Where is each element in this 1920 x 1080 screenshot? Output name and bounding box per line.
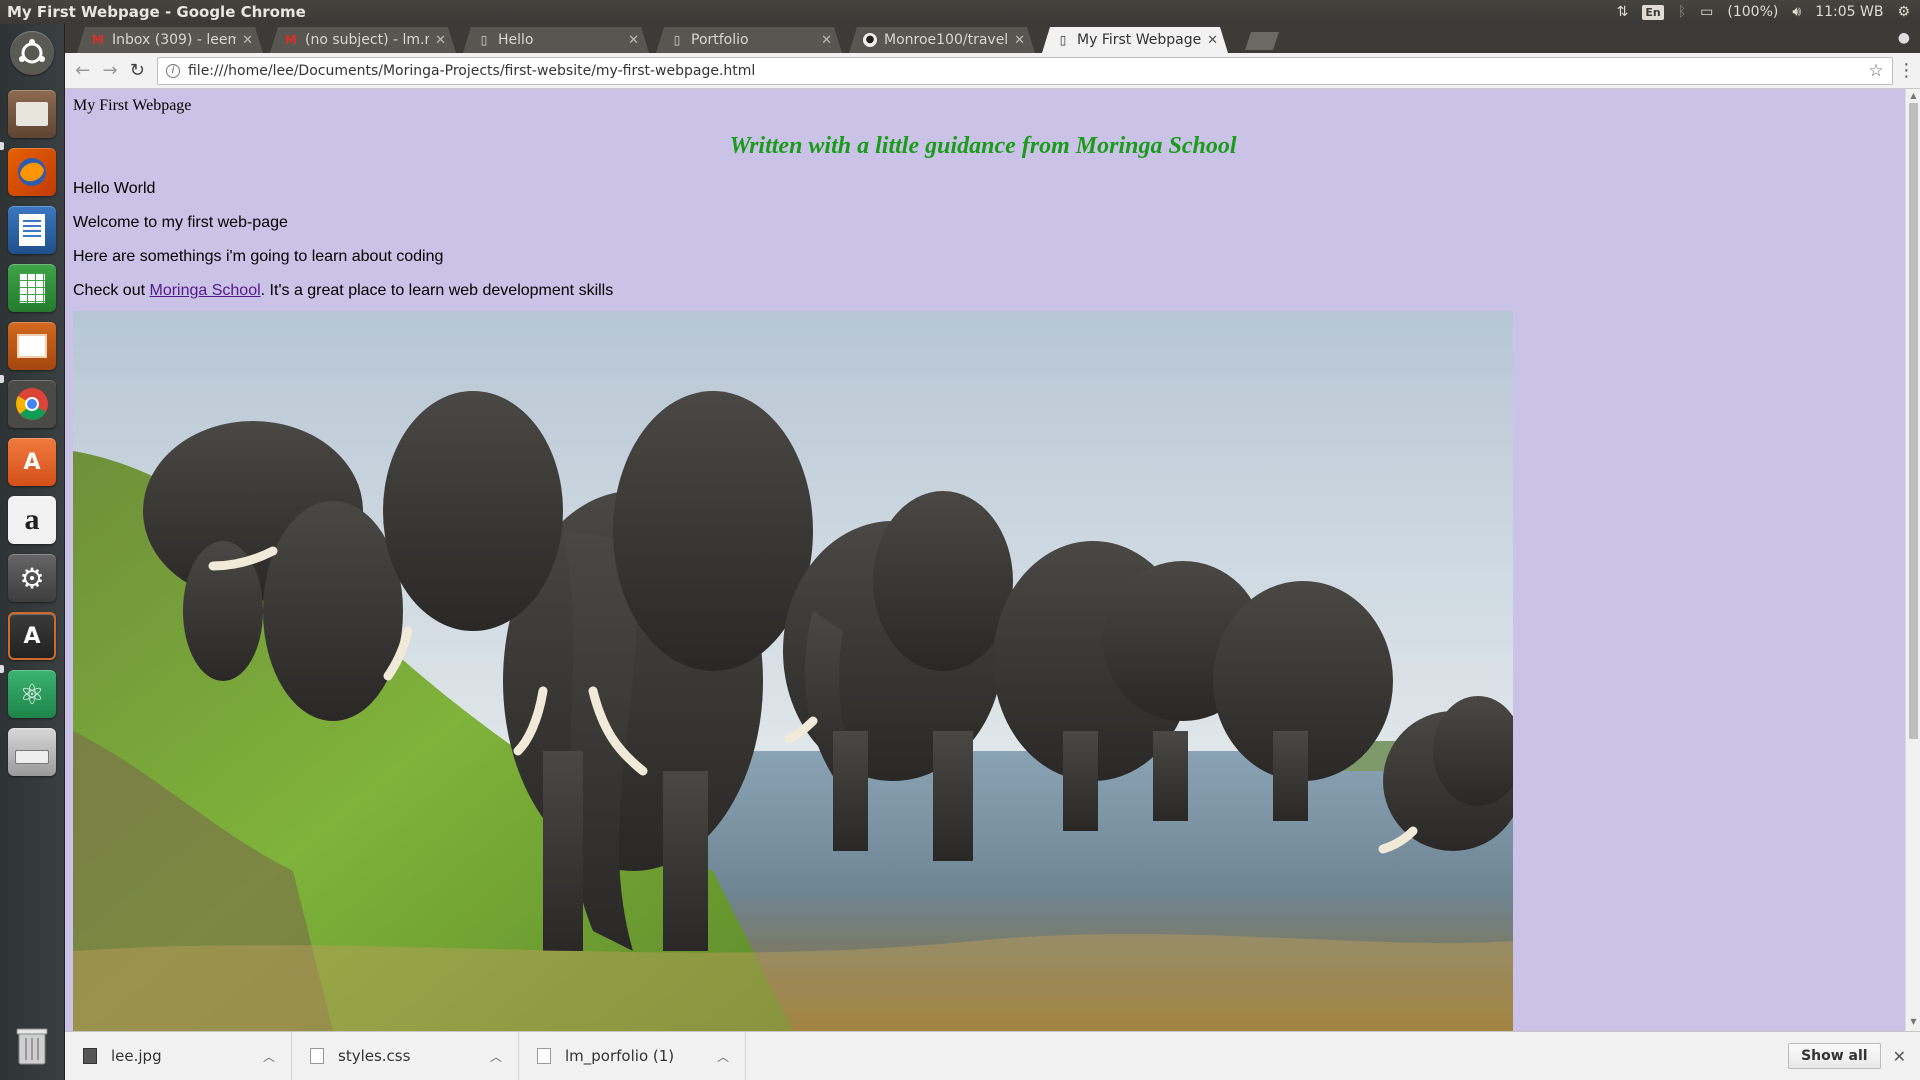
chevron-up-icon[interactable]: ︿ xyxy=(263,1048,275,1065)
close-icon[interactable]: ✕ xyxy=(1893,1047,1906,1066)
page-icon: ▯ xyxy=(1059,33,1067,47)
tab-no-subject[interactable]: M (no subject) - lm.m ✕ xyxy=(270,27,456,53)
page-info-icon[interactable]: i xyxy=(165,63,180,78)
system-settings-icon[interactable]: ⚙ xyxy=(8,554,56,602)
address-bar[interactable]: i ☆ xyxy=(156,56,1893,85)
tab-label: Monroe100/travel xyxy=(884,32,1009,48)
file-icon xyxy=(310,1048,324,1064)
check-out-suffix: . It's a great place to learn web develo… xyxy=(260,282,614,299)
paragraph-welcome: Welcome to my first web-page xyxy=(73,214,288,231)
tab-github-monroe[interactable]: ● Monroe100/travel ✕ xyxy=(849,27,1035,53)
chevron-up-icon[interactable]: ︿ xyxy=(717,1048,729,1065)
scroll-up-arrow-icon[interactable]: ▲ xyxy=(1906,91,1920,103)
download-item-styles-css[interactable]: styles.css ︿ xyxy=(292,1031,519,1080)
reload-icon[interactable]: ↻ xyxy=(124,60,151,81)
forward-arrow-icon[interactable]: → xyxy=(96,60,123,81)
battery-percent: (100%) xyxy=(1727,4,1779,20)
url-input[interactable] xyxy=(187,62,1869,79)
downloads-shelf: lee.jpg ︿ styles.css ︿ lm_porfolio (1) ︿… xyxy=(65,1031,1920,1080)
paragraph-hello: Hello World xyxy=(73,180,156,197)
network-arrows-icon[interactable]: ⇅ xyxy=(1617,4,1629,20)
download-item-lm-porfolio[interactable]: lm_porfolio (1) ︿ xyxy=(519,1031,746,1080)
app-launcher: A a ⚙ A ⚛ xyxy=(0,24,65,1080)
tab-close-icon[interactable]: ✕ xyxy=(821,33,832,48)
page-viewport: My First Webpage Written with a little g… xyxy=(65,89,1920,1031)
scrollbar-thumb[interactable] xyxy=(1909,103,1918,739)
paragraph-check-out: Check out Moringa School. It's a great p… xyxy=(73,282,1893,300)
libreoffice-impress-icon[interactable] xyxy=(8,322,56,370)
image-file-icon xyxy=(83,1048,97,1064)
webpage-body: My First Webpage Written with a little g… xyxy=(65,89,1901,1031)
battery-icon[interactable]: ▭ xyxy=(1700,4,1713,20)
libreoffice-calc-icon[interactable] xyxy=(8,264,56,312)
running-indicator xyxy=(0,375,4,383)
show-all-button[interactable]: Show all xyxy=(1788,1043,1881,1069)
tab-hello[interactable]: ▯ Hello ✕ xyxy=(463,27,649,53)
settings-gear-icon[interactable]: ⚙ xyxy=(1897,4,1910,20)
clock[interactable]: 11:05 WB xyxy=(1815,4,1883,20)
gmail-icon: M xyxy=(92,33,104,47)
tab-close-icon[interactable]: ✕ xyxy=(1207,33,1218,48)
atom-editor-icon[interactable]: ⚛ xyxy=(8,670,56,718)
tab-inbox[interactable]: M Inbox (309) - leemu ✕ xyxy=(77,27,263,53)
tab-close-icon[interactable]: ✕ xyxy=(1014,33,1025,48)
chevron-up-icon[interactable]: ︿ xyxy=(490,1048,502,1065)
files-icon[interactable] xyxy=(8,90,56,138)
back-arrow-icon[interactable]: ← xyxy=(69,60,96,81)
paragraph-learn: Here are somethings i'm going to learn a… xyxy=(73,248,444,265)
chrome-menu-icon[interactable]: ⋮ xyxy=(1893,60,1920,81)
page-icon: ▯ xyxy=(673,33,681,47)
github-icon: ● xyxy=(863,33,877,47)
elephants-photo xyxy=(73,311,1513,1031)
browser-toolbar: ← → ↻ i ☆ ⋮ xyxy=(65,53,1920,89)
firefox-icon[interactable] xyxy=(8,148,56,196)
bluetooth-icon[interactable]: ᛒ xyxy=(1678,4,1686,20)
page-heading: Written with a little guidance from Mori… xyxy=(729,133,1237,159)
tab-close-icon[interactable]: ✕ xyxy=(628,33,639,48)
software-center-icon[interactable]: A xyxy=(8,438,56,486)
window-title: My First Webpage - Google Chrome xyxy=(7,3,306,21)
download-item-lee-jpg[interactable]: lee.jpg ︿ xyxy=(65,1031,292,1080)
page-title-text: My First Webpage xyxy=(73,97,192,114)
bookmark-star-icon[interactable]: ☆ xyxy=(1868,61,1883,81)
download-name: styles.css xyxy=(338,1047,411,1065)
tab-my-first-webpage[interactable]: ▯ My First Webpage ✕ xyxy=(1042,27,1228,53)
scroll-down-arrow-icon[interactable]: ▼ xyxy=(1906,1017,1920,1029)
new-tab-button[interactable] xyxy=(1245,32,1279,50)
tab-close-icon[interactable]: ✕ xyxy=(435,33,446,48)
moringa-school-link[interactable]: Moringa School xyxy=(149,282,260,299)
tab-portfolio[interactable]: ▯ Portfolio ✕ xyxy=(656,27,842,53)
system-tray: ⇅ En ᛒ ▭ (100%) 🔊︎ 11:05 WB ⚙ xyxy=(1617,4,1920,20)
file-icon xyxy=(537,1048,551,1064)
drive-icon[interactable] xyxy=(8,728,56,776)
running-indicator xyxy=(0,142,4,150)
libreoffice-writer-icon[interactable] xyxy=(8,206,56,254)
tab-strip: M Inbox (309) - leemu ✕ M (no subject) -… xyxy=(65,24,1920,53)
profile-icon[interactable]: ● xyxy=(1898,30,1910,46)
volume-icon[interactable]: 🔊︎ xyxy=(1792,4,1801,20)
page-icon: ▯ xyxy=(480,33,488,47)
download-name: lm_porfolio (1) xyxy=(565,1047,675,1065)
running-indicator xyxy=(0,665,4,673)
keyboard-layout-indicator[interactable]: En xyxy=(1642,4,1664,20)
system-top-bar: My First Webpage - Google Chrome ⇅ En ᛒ … xyxy=(0,0,1920,24)
tab-label: Hello xyxy=(498,32,534,48)
dash-home-icon[interactable] xyxy=(10,31,54,75)
tab-label: (no subject) - lm.m xyxy=(305,32,430,48)
tab-close-icon[interactable]: ✕ xyxy=(242,33,253,48)
tab-label: Portfolio xyxy=(691,32,749,48)
software-updater-icon[interactable]: A xyxy=(8,612,56,660)
check-out-text: Check out xyxy=(73,282,150,299)
download-name: lee.jpg xyxy=(111,1047,162,1065)
amazon-icon[interactable]: a xyxy=(8,496,56,544)
tab-label: Inbox (309) - leemu xyxy=(112,32,237,48)
vertical-scrollbar[interactable]: ▲ ▼ xyxy=(1905,89,1920,1031)
tab-label: My First Webpage xyxy=(1077,32,1202,48)
gmail-icon: M xyxy=(285,33,297,47)
trash-icon[interactable] xyxy=(8,1022,56,1070)
chrome-icon[interactable] xyxy=(8,380,56,428)
